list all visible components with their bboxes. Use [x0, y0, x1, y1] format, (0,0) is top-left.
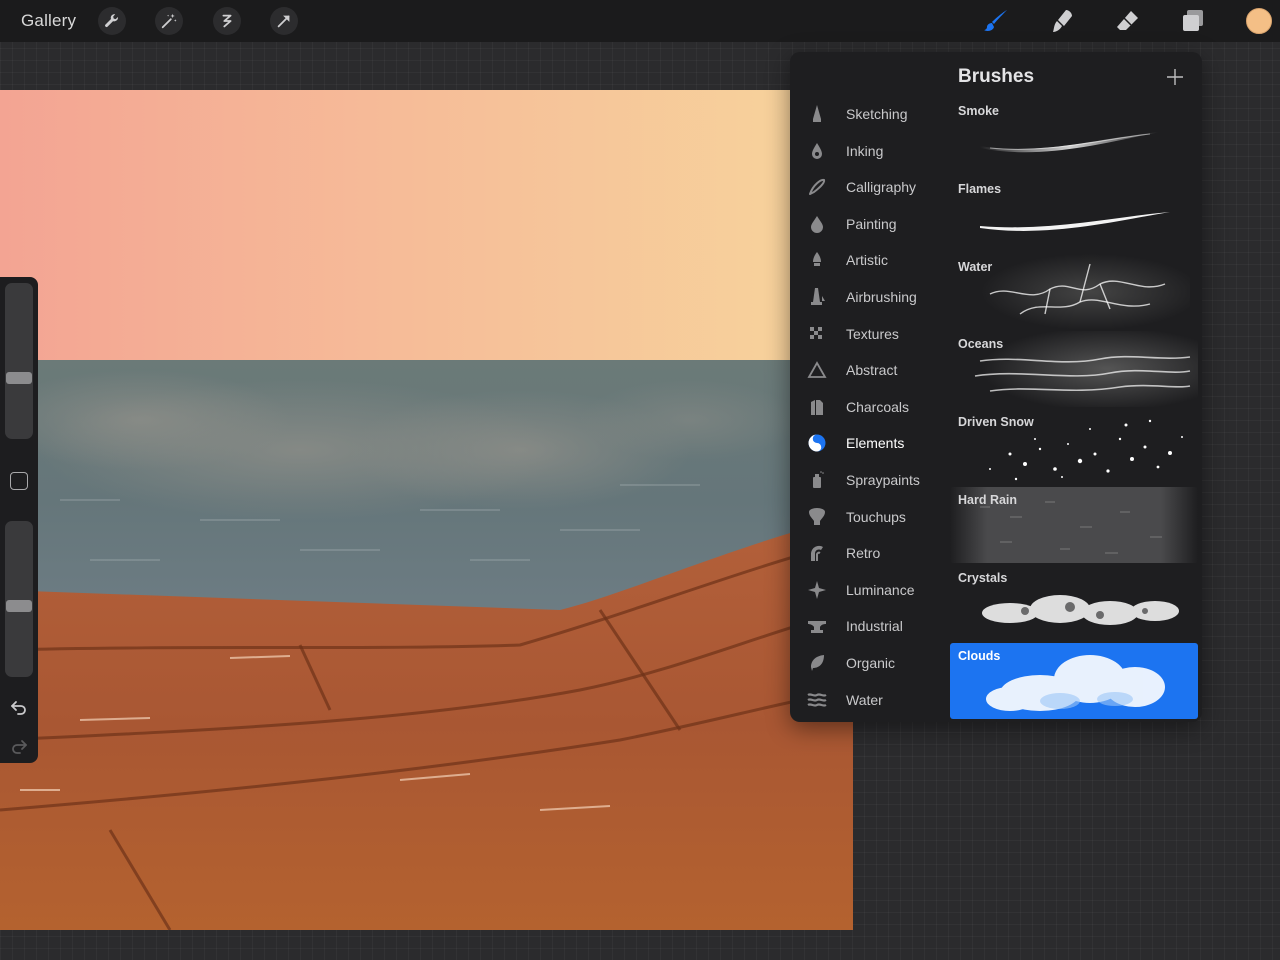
opacity-slider[interactable] [5, 521, 33, 677]
category-artistic[interactable]: Artistic [790, 243, 948, 277]
artistic-brush-icon [807, 250, 827, 270]
brush-smoke[interactable]: Smoke [950, 98, 1198, 174]
brush-water[interactable]: Water [950, 253, 1198, 330]
ink-drop-icon [807, 141, 827, 161]
category-charcoals[interactable]: Charcoals [790, 390, 948, 424]
eraser-icon[interactable] [1112, 5, 1144, 37]
category-label: Textures [846, 325, 899, 342]
category-label: Painting [846, 215, 897, 232]
add-brush-icon[interactable] [1164, 66, 1186, 88]
category-label: Spraypaints [846, 472, 920, 488]
brush-size-thumb[interactable] [6, 372, 32, 384]
brush-flames[interactable]: Flames [950, 176, 1198, 252]
category-water[interactable]: Water [790, 683, 948, 717]
checker-icon [807, 324, 827, 344]
undo-icon[interactable] [8, 696, 30, 718]
category-label: Inking [846, 142, 884, 159]
category-label: Elements [846, 435, 905, 452]
charcoal-icon [807, 397, 827, 417]
category-label: Abstract [846, 362, 898, 379]
category-label: Sketching [846, 106, 908, 122]
smudge-icon[interactable] [1046, 5, 1078, 37]
category-abstract[interactable]: Abstract [790, 353, 948, 387]
gallery-button[interactable]: Gallery [21, 11, 76, 31]
category-label: Water [846, 691, 883, 708]
brush-name: Smoke [958, 104, 999, 118]
panel-title: Brushes [958, 66, 1035, 87]
anvil-icon [807, 616, 827, 636]
category-label: Calligraphy [846, 179, 917, 196]
layers-icon[interactable] [1177, 5, 1209, 37]
category-inking[interactable]: Inking [790, 134, 948, 168]
airbrush-icon [807, 287, 827, 307]
category-elements[interactable]: Elements [790, 426, 948, 460]
pencil-icon [807, 104, 827, 124]
brush-name: Oceans [958, 337, 1004, 352]
top-toolbar: Gallery [0, 0, 1280, 42]
category-industrial[interactable]: Industrial [790, 609, 948, 643]
brush-name: Driven Snow [958, 415, 1034, 430]
brush-driven-snow[interactable]: Driven Snow [950, 409, 1198, 485]
sparkle-icon [807, 580, 827, 600]
category-sketching[interactable]: Sketching [790, 97, 948, 131]
category-label: Touchups [846, 508, 906, 525]
brush-icon[interactable] [980, 5, 1012, 37]
brush-clouds[interactable]: Clouds [950, 642, 1198, 719]
brush-name: Crystals [958, 570, 1008, 585]
category-label: Retro [846, 545, 881, 562]
category-label: Charcoals [846, 398, 910, 415]
brushes-panel: Brushes Sketching Inking Calligraphy Pai… [790, 52, 1202, 722]
brush-crystals[interactable]: Crystals [950, 565, 1198, 641]
opacity-thumb[interactable] [6, 600, 32, 612]
brush-name: Hard Rain [958, 493, 1018, 507]
redo-icon[interactable] [8, 735, 30, 757]
category-label: Organic [846, 655, 896, 671]
brush-name: Clouds [958, 648, 1001, 663]
drawing-canvas[interactable] [0, 90, 853, 930]
brush-name: Flames [958, 181, 1002, 196]
transform-icon[interactable] [270, 7, 298, 35]
retro-icon [807, 543, 827, 563]
brush-oceans[interactable]: Oceans [950, 331, 1198, 408]
left-sidebar [0, 277, 38, 763]
category-organic[interactable]: Organic [790, 646, 948, 680]
spray-can-icon [807, 470, 827, 490]
category-painting[interactable]: Painting [790, 207, 948, 241]
waves-icon [807, 690, 827, 710]
magic-wand-icon[interactable] [155, 7, 183, 35]
modify-button[interactable] [10, 472, 28, 490]
yin-yang-icon [807, 433, 827, 453]
category-label: Airbrushing [846, 289, 917, 305]
brush-size-slider[interactable] [5, 283, 33, 439]
category-calligraphy[interactable]: Calligraphy [790, 170, 948, 204]
category-label: Artistic [846, 252, 888, 269]
leaf-icon [807, 653, 827, 673]
category-label: Industrial [846, 618, 903, 635]
category-airbrushing[interactable]: Airbrushing [790, 280, 948, 314]
category-retro[interactable]: Retro [790, 536, 948, 570]
category-touchups[interactable]: Touchups [790, 500, 948, 534]
color-swatch[interactable] [1246, 8, 1272, 34]
calligraphy-icon [807, 177, 827, 197]
brush-name: Water [958, 259, 993, 274]
paint-drop-icon [807, 214, 827, 234]
category-luminance[interactable]: Luminance [790, 573, 948, 607]
brush-hard-rain[interactable]: Hard Rain [950, 487, 1198, 563]
selection-icon[interactable] [213, 7, 241, 35]
category-textures[interactable]: Textures [790, 317, 948, 351]
category-spraypaints[interactable]: Spraypaints [790, 463, 948, 497]
wrench-icon[interactable] [98, 7, 126, 35]
triangle-icon [807, 360, 827, 380]
touchup-icon [807, 507, 827, 527]
category-label: Luminance [846, 581, 915, 598]
